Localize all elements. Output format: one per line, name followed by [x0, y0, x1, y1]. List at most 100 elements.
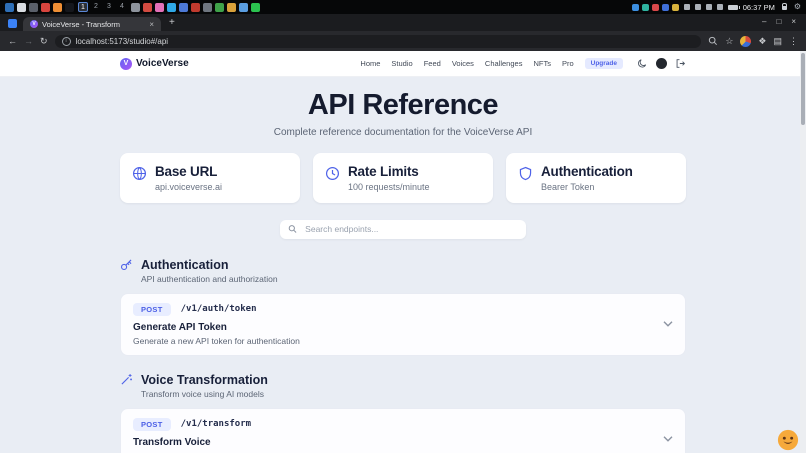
terminal-icon[interactable] — [65, 3, 74, 12]
info-cards: Base URL api.voiceverse.ai Rate Limits 1… — [120, 153, 686, 203]
nav-feed[interactable]: Feed — [424, 59, 441, 68]
wand-icon — [120, 373, 133, 386]
chevron-down-icon[interactable] — [663, 321, 673, 328]
tray-indicator-4[interactable] — [662, 4, 669, 11]
messenger-icon[interactable] — [155, 3, 164, 12]
whatsapp-icon[interactable] — [251, 3, 260, 12]
site-nav: Home Studio Feed Voices Challenges NFTs … — [360, 58, 623, 69]
window-minimize-button[interactable]: – — [762, 18, 766, 26]
rate-limits-card: Rate Limits 100 requests/minute — [313, 153, 493, 203]
tray-indicators — [632, 4, 679, 11]
tab-close-icon[interactable]: × — [149, 20, 154, 29]
bluetooth-icon[interactable] — [695, 4, 701, 10]
meet-app-icon[interactable] — [215, 3, 224, 12]
base-url-card: Base URL api.voiceverse.ai — [120, 153, 300, 203]
browser-logo-icon[interactable] — [8, 19, 17, 28]
feedback-widget-icon[interactable] — [777, 429, 799, 451]
upgrade-badge[interactable]: Upgrade — [585, 58, 623, 69]
search-input[interactable] — [303, 223, 518, 235]
mail-app-icon[interactable] — [179, 3, 188, 12]
window-maximize-button[interactable]: □ — [776, 18, 781, 26]
section-authentication: Authentication API authentication and au… — [120, 258, 686, 356]
nav-nfts[interactable]: NFTs — [533, 59, 551, 68]
section-title: Voice Transformation — [141, 373, 268, 387]
key-icon — [120, 258, 133, 271]
screenshot-tool-icon[interactable] — [131, 3, 140, 12]
api-reference-page: API Reference Complete reference documen… — [0, 77, 806, 453]
app-menu-icon[interactable] — [5, 3, 14, 12]
endpoint-generate-api-token[interactable]: POST /v1/auth/token Generate API Token G… — [120, 293, 686, 356]
workspace-4[interactable]: 4 — [117, 2, 127, 12]
nav-home[interactable]: Home — [360, 59, 380, 68]
card-value: 100 requests/minute — [348, 182, 430, 192]
page-title: API Reference — [0, 90, 806, 122]
workspace-3[interactable]: 3 — [104, 2, 114, 12]
bookmark-star-icon[interactable]: ☆ — [725, 37, 733, 46]
user-avatar[interactable] — [656, 58, 667, 69]
notes-app-icon[interactable] — [227, 3, 236, 12]
workspace-1[interactable]: 1 — [78, 2, 88, 12]
firefox-icon[interactable] — [53, 3, 62, 12]
network-icon[interactable] — [684, 4, 690, 10]
browser-toolbar: ← → ↻ i localhost:5173/studio#/api ☆ ❖ ▤… — [0, 31, 806, 51]
window-close-button[interactable]: × — [791, 18, 796, 26]
workspace-2[interactable]: 2 — [91, 2, 101, 12]
reload-button[interactable]: ↻ — [40, 37, 48, 46]
section-header: Authentication API authentication and au… — [120, 258, 686, 284]
browser-profile-avatar[interactable] — [740, 36, 751, 47]
address-bar[interactable]: i localhost:5173/studio#/api — [55, 35, 702, 48]
volume-icon[interactable] — [706, 4, 712, 10]
settings-gear-icon[interactable]: ⚙ — [794, 3, 801, 11]
forward-button[interactable]: → — [24, 37, 33, 46]
nav-voices[interactable]: Voices — [452, 59, 474, 68]
card-title: Base URL — [155, 164, 222, 179]
nav-challenges[interactable]: Challenges — [485, 59, 523, 68]
tray-indicator-1[interactable] — [632, 4, 639, 11]
endpoint-description: Generate a new API token for authenticat… — [133, 336, 673, 346]
endpoint-transform-voice[interactable]: POST /v1/transform Transform Voice Trans… — [120, 408, 686, 453]
vscode-icon[interactable] — [167, 3, 176, 12]
camera-app-icon[interactable] — [203, 3, 212, 12]
endpoint-path: /v1/transform — [181, 419, 251, 429]
nav-pro[interactable]: Pro — [562, 59, 574, 68]
dark-mode-moon-icon[interactable] — [637, 58, 648, 69]
page-scrollbar[interactable] — [800, 51, 806, 453]
editor-app-icon[interactable] — [29, 3, 38, 12]
header-icons — [637, 58, 686, 69]
taskbar-apps-left — [5, 3, 74, 12]
endpoint-path: /v1/auth/token — [181, 304, 257, 314]
chevron-down-icon[interactable] — [663, 436, 673, 443]
back-button[interactable]: ← — [8, 37, 17, 46]
extensions-icon[interactable]: ❖ — [758, 37, 766, 46]
method-badge: POST — [133, 303, 171, 316]
nav-studio[interactable]: Studio — [391, 59, 412, 68]
toolbar-search-icon[interactable] — [708, 36, 718, 46]
logout-icon[interactable] — [675, 58, 686, 69]
section-subtitle: API authentication and authorization — [141, 274, 278, 284]
notifications-icon[interactable] — [717, 4, 723, 10]
scrollbar-thumb[interactable] — [801, 53, 805, 125]
shield-icon — [518, 166, 533, 181]
tray-indicator-2[interactable] — [642, 4, 649, 11]
browser-menu-icon[interactable]: ⋮ — [789, 37, 798, 46]
brand-logo[interactable]: V VoiceVerse — [120, 58, 189, 70]
cloud-app-icon[interactable] — [239, 3, 248, 12]
globe-icon — [132, 166, 147, 181]
media-player-icon[interactable] — [143, 3, 152, 12]
site-info-icon[interactable]: i — [62, 37, 71, 46]
brand-name: VoiceVerse — [136, 58, 189, 69]
search-bar — [280, 220, 526, 239]
browser-tab[interactable]: V VoiceVerse - Transform × — [23, 17, 161, 31]
search-icon — [288, 224, 297, 234]
method-badge: POST — [133, 418, 171, 431]
tray-indicator-5[interactable] — [672, 4, 679, 11]
new-tab-button[interactable]: + — [169, 18, 175, 28]
endpoint-sections: Authentication API authentication and au… — [120, 258, 686, 453]
ide-app-icon[interactable] — [41, 3, 50, 12]
url-text: localhost:5173/studio#/api — [76, 37, 169, 46]
file-manager-icon[interactable] — [17, 3, 26, 12]
taskbar-clock[interactable]: 06:37 PM — [743, 3, 775, 12]
side-panel-icon[interactable]: ▤ — [773, 37, 782, 46]
tray-indicator-3[interactable] — [652, 4, 659, 11]
music-app-icon[interactable] — [191, 3, 200, 12]
